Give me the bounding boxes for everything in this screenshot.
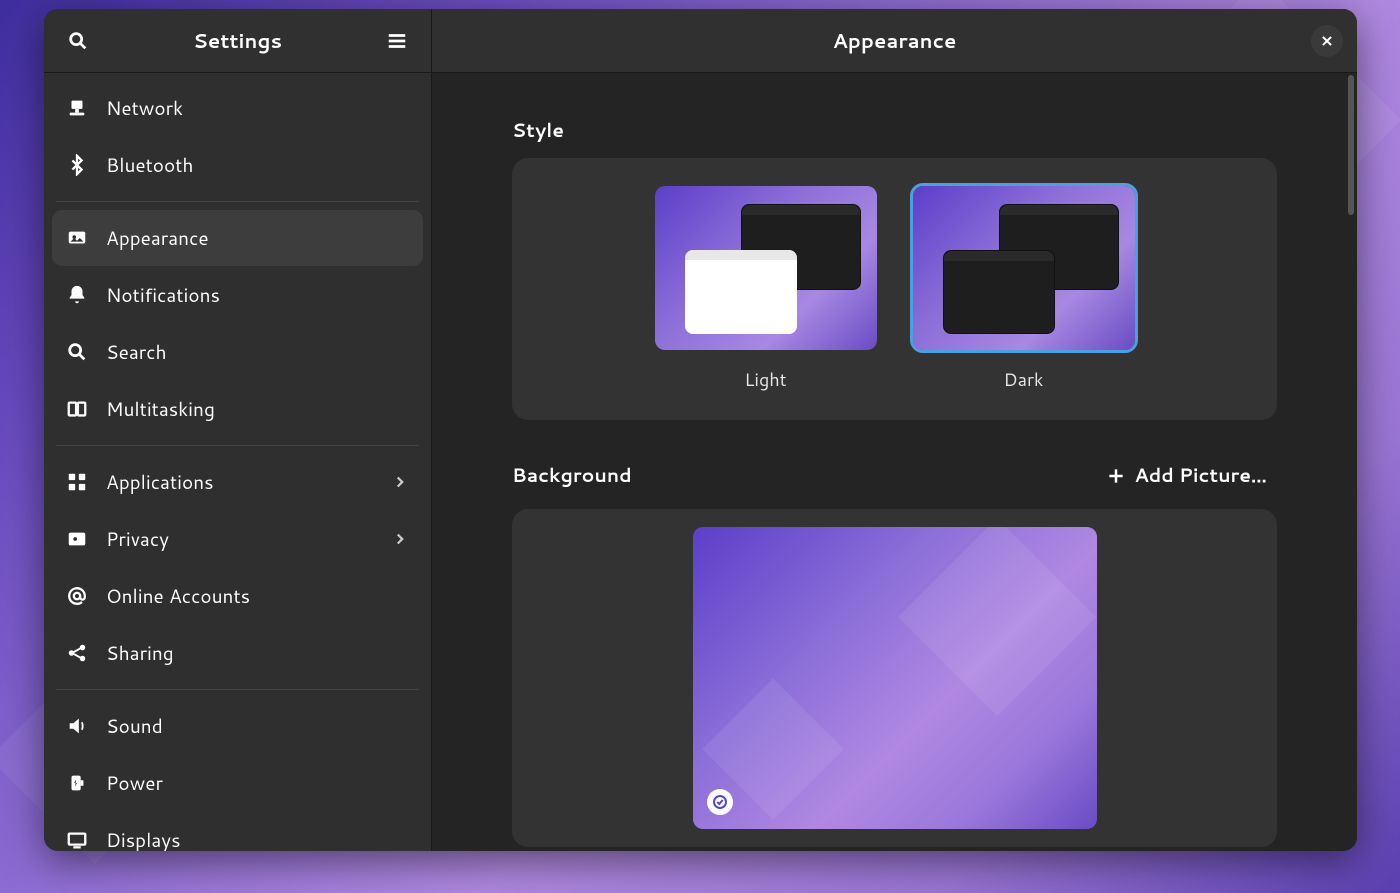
divider (56, 689, 419, 690)
search-button[interactable] (60, 23, 96, 59)
divider (56, 201, 419, 202)
sidebar-item-label: Appearance (106, 225, 409, 252)
timed-wallpaper-badge (707, 789, 733, 815)
sidebar-item-label: Applications (106, 469, 391, 496)
sidebar-item-label: Displays (106, 827, 409, 852)
multitasking-icon (66, 398, 88, 420)
sidebar-item-notifications[interactable]: Notifications (52, 267, 423, 323)
grid-icon (66, 471, 88, 493)
page-title: Appearance (833, 27, 957, 55)
add-picture-label: Add Picture… (1134, 462, 1267, 489)
sidebar-item-displays[interactable]: Displays (52, 812, 423, 851)
style-options: Light Dark (540, 186, 1249, 392)
sidebar-item-sound[interactable]: Sound (52, 698, 423, 754)
background-thumbnail[interactable] (693, 527, 1097, 829)
at-icon (66, 585, 88, 607)
sidebar-item-bluetooth[interactable]: Bluetooth (52, 137, 423, 193)
settings-window: Settings Network Bluetooth (44, 9, 1357, 851)
style-panel: Light Dark (512, 158, 1277, 420)
sidebar-item-applications[interactable]: Applications (52, 454, 423, 510)
chevron-right-icon (391, 530, 409, 548)
share-icon (66, 642, 88, 664)
display-icon (66, 829, 88, 851)
plus-icon (1106, 466, 1126, 486)
chevron-right-icon (391, 473, 409, 491)
sidebar-item-label: Multitasking (106, 396, 409, 423)
background-heading: Background (512, 462, 632, 489)
network-icon (66, 97, 88, 119)
clock-check-icon (712, 794, 728, 810)
background-panel (512, 509, 1277, 847)
sidebar-item-label: Online Accounts (106, 583, 409, 610)
sidebar-item-label: Privacy (106, 526, 391, 553)
power-icon (66, 772, 88, 794)
privacy-icon (66, 528, 88, 550)
sidebar-item-label: Search (106, 339, 409, 366)
sidebar-item-network[interactable]: Network (52, 80, 423, 136)
sidebar-item-label: Sharing (106, 640, 409, 667)
sidebar-item-label: Bluetooth (106, 152, 409, 179)
scrollbar[interactable] (1348, 75, 1354, 215)
menu-button[interactable] (379, 23, 415, 59)
sidebar: Settings Network Bluetooth (44, 9, 432, 851)
style-thumb-light (655, 186, 877, 350)
background-header: Background Add Picture… (512, 456, 1277, 495)
style-heading: Style (512, 117, 1277, 144)
style-thumb-dark (913, 186, 1135, 350)
sidebar-header: Settings (44, 9, 431, 73)
sound-icon (66, 715, 88, 737)
sidebar-item-appearance[interactable]: Appearance (52, 210, 423, 266)
sidebar-title: Settings (96, 27, 379, 55)
search-icon (67, 30, 89, 52)
divider (56, 445, 419, 446)
preview-window-front (685, 250, 797, 334)
preview-window-front (943, 250, 1055, 334)
sidebar-item-label: Sound (106, 713, 409, 740)
sidebar-item-privacy[interactable]: Privacy (52, 511, 423, 567)
content-area: Style Light D (432, 73, 1357, 851)
sidebar-item-multitasking[interactable]: Multitasking (52, 381, 423, 437)
sidebar-list: Network Bluetooth Appearance Notific (44, 73, 431, 851)
style-option-dark[interactable]: Dark (913, 186, 1135, 392)
style-label: Light (744, 366, 786, 392)
main-header: Appearance (432, 9, 1357, 73)
style-label: Dark (1004, 366, 1044, 392)
close-button[interactable] (1311, 25, 1343, 57)
sidebar-item-sharing[interactable]: Sharing (52, 625, 423, 681)
close-icon (1320, 34, 1334, 48)
bluetooth-icon (66, 154, 88, 176)
sidebar-item-power[interactable]: Power (52, 755, 423, 811)
hamburger-icon (386, 30, 408, 52)
sidebar-item-online-accounts[interactable]: Online Accounts (52, 568, 423, 624)
main-panel: Appearance Style Light (432, 9, 1357, 851)
add-picture-button[interactable]: Add Picture… (1096, 456, 1277, 495)
sidebar-item-label: Network (106, 95, 409, 122)
style-option-light[interactable]: Light (655, 186, 877, 392)
bell-icon (66, 284, 88, 306)
sidebar-item-label: Notifications (106, 282, 409, 309)
search-icon (66, 341, 88, 363)
sidebar-item-label: Power (106, 770, 409, 797)
appearance-icon (66, 227, 88, 249)
sidebar-item-search[interactable]: Search (52, 324, 423, 380)
